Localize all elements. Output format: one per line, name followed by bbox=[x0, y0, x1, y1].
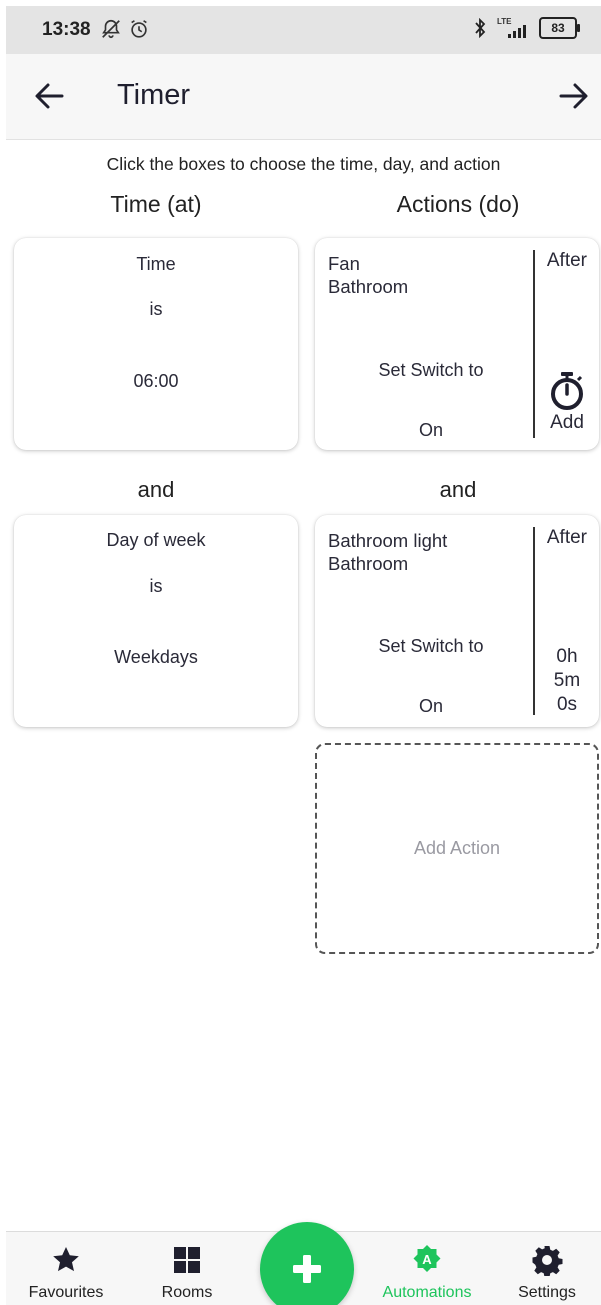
nav-rooms-label: Rooms bbox=[161, 1284, 213, 1301]
and-label-actions: and bbox=[439, 477, 477, 502]
add-automation-button[interactable] bbox=[260, 1222, 354, 1305]
action-device: Fan bbox=[328, 253, 360, 274]
delay-minutes: 5m bbox=[553, 670, 581, 691]
condition-card-time[interactable]: Time is 06:00 bbox=[14, 238, 298, 450]
gear-icon bbox=[532, 1246, 563, 1276]
action-device: Bathroom light bbox=[328, 530, 448, 551]
page-title: Timer bbox=[117, 79, 191, 111]
next-button[interactable] bbox=[553, 76, 593, 116]
action-card-fan[interactable]: Fan Bathroom Set Switch to On After Add bbox=[315, 238, 599, 450]
action-state: On bbox=[418, 420, 443, 440]
condition-operator: is bbox=[149, 299, 163, 319]
and-label-conditions: and bbox=[137, 477, 175, 502]
delay-value[interactable]: 0h 5m 0s bbox=[539, 645, 595, 717]
nav-rooms[interactable]: Rooms bbox=[132, 1232, 242, 1305]
condition-operator: is bbox=[149, 576, 163, 596]
divider bbox=[533, 527, 535, 715]
stopwatch-icon bbox=[551, 372, 583, 410]
nav-settings[interactable]: Settings bbox=[492, 1232, 601, 1305]
nav-settings-label: Settings bbox=[518, 1284, 576, 1301]
after-label: After bbox=[546, 250, 587, 271]
action-command: Set Switch to bbox=[378, 636, 484, 656]
grid-icon bbox=[174, 1247, 200, 1273]
action-state: On bbox=[418, 696, 443, 716]
signal-indicator: LTE bbox=[497, 18, 529, 38]
condition-card-day[interactable]: Day of week is Weekdays bbox=[14, 515, 298, 727]
arrow-right-icon bbox=[559, 83, 588, 109]
nav-automations[interactable]: A Automations bbox=[372, 1232, 482, 1305]
screen: 13:38 LTE 83 Timer Click the boxes to ch… bbox=[6, 6, 601, 1305]
condition-value: Weekdays bbox=[114, 647, 198, 667]
action-room: Bathroom bbox=[328, 276, 409, 297]
battery-icon: 83 bbox=[539, 17, 580, 39]
after-label: After bbox=[546, 527, 587, 548]
condition-field: Time bbox=[136, 254, 176, 274]
status-time: 13:38 bbox=[42, 19, 91, 40]
action-card-bathroom-light[interactable]: Bathroom light Bathroom Set Switch to On… bbox=[315, 515, 599, 727]
instruction-text: Click the boxes to choose the time, day,… bbox=[106, 154, 501, 174]
add-delay-button[interactable]: Add bbox=[539, 370, 595, 442]
bluetooth-icon bbox=[475, 18, 486, 38]
action-room: Bathroom bbox=[328, 553, 409, 574]
automation-badge-icon: A bbox=[413, 1245, 441, 1272]
arrow-left-icon bbox=[35, 83, 64, 109]
actions-column-heading: Actions (do) bbox=[396, 191, 520, 217]
add-delay-label: Add bbox=[550, 412, 584, 433]
condition-value: 06:00 bbox=[133, 371, 179, 391]
star-icon bbox=[53, 1247, 79, 1272]
condition-field: Day of week bbox=[106, 530, 206, 550]
divider bbox=[533, 250, 535, 438]
plus-icon bbox=[293, 1255, 321, 1283]
action-command: Set Switch to bbox=[378, 360, 484, 380]
add-action-button[interactable]: Add Action bbox=[315, 743, 599, 954]
notifications-off-icon bbox=[102, 19, 120, 39]
status-bar: 13:38 LTE 83 bbox=[6, 6, 601, 54]
delay-hours: 0h bbox=[556, 646, 578, 667]
delay-seconds: 0s bbox=[556, 694, 578, 715]
back-button[interactable] bbox=[30, 76, 70, 116]
alarm-icon bbox=[131, 20, 147, 38]
nav-automations-label: Automations bbox=[382, 1284, 472, 1301]
add-action-label: Add Action bbox=[413, 838, 501, 858]
time-column-heading: Time (at) bbox=[110, 191, 202, 217]
nav-favourites[interactable]: Favourites bbox=[11, 1232, 121, 1305]
svg-text:A: A bbox=[422, 1252, 432, 1267]
app-bar: Timer bbox=[6, 54, 601, 140]
signal-icon bbox=[508, 25, 526, 38]
nav-favourites-label: Favourites bbox=[28, 1284, 104, 1301]
